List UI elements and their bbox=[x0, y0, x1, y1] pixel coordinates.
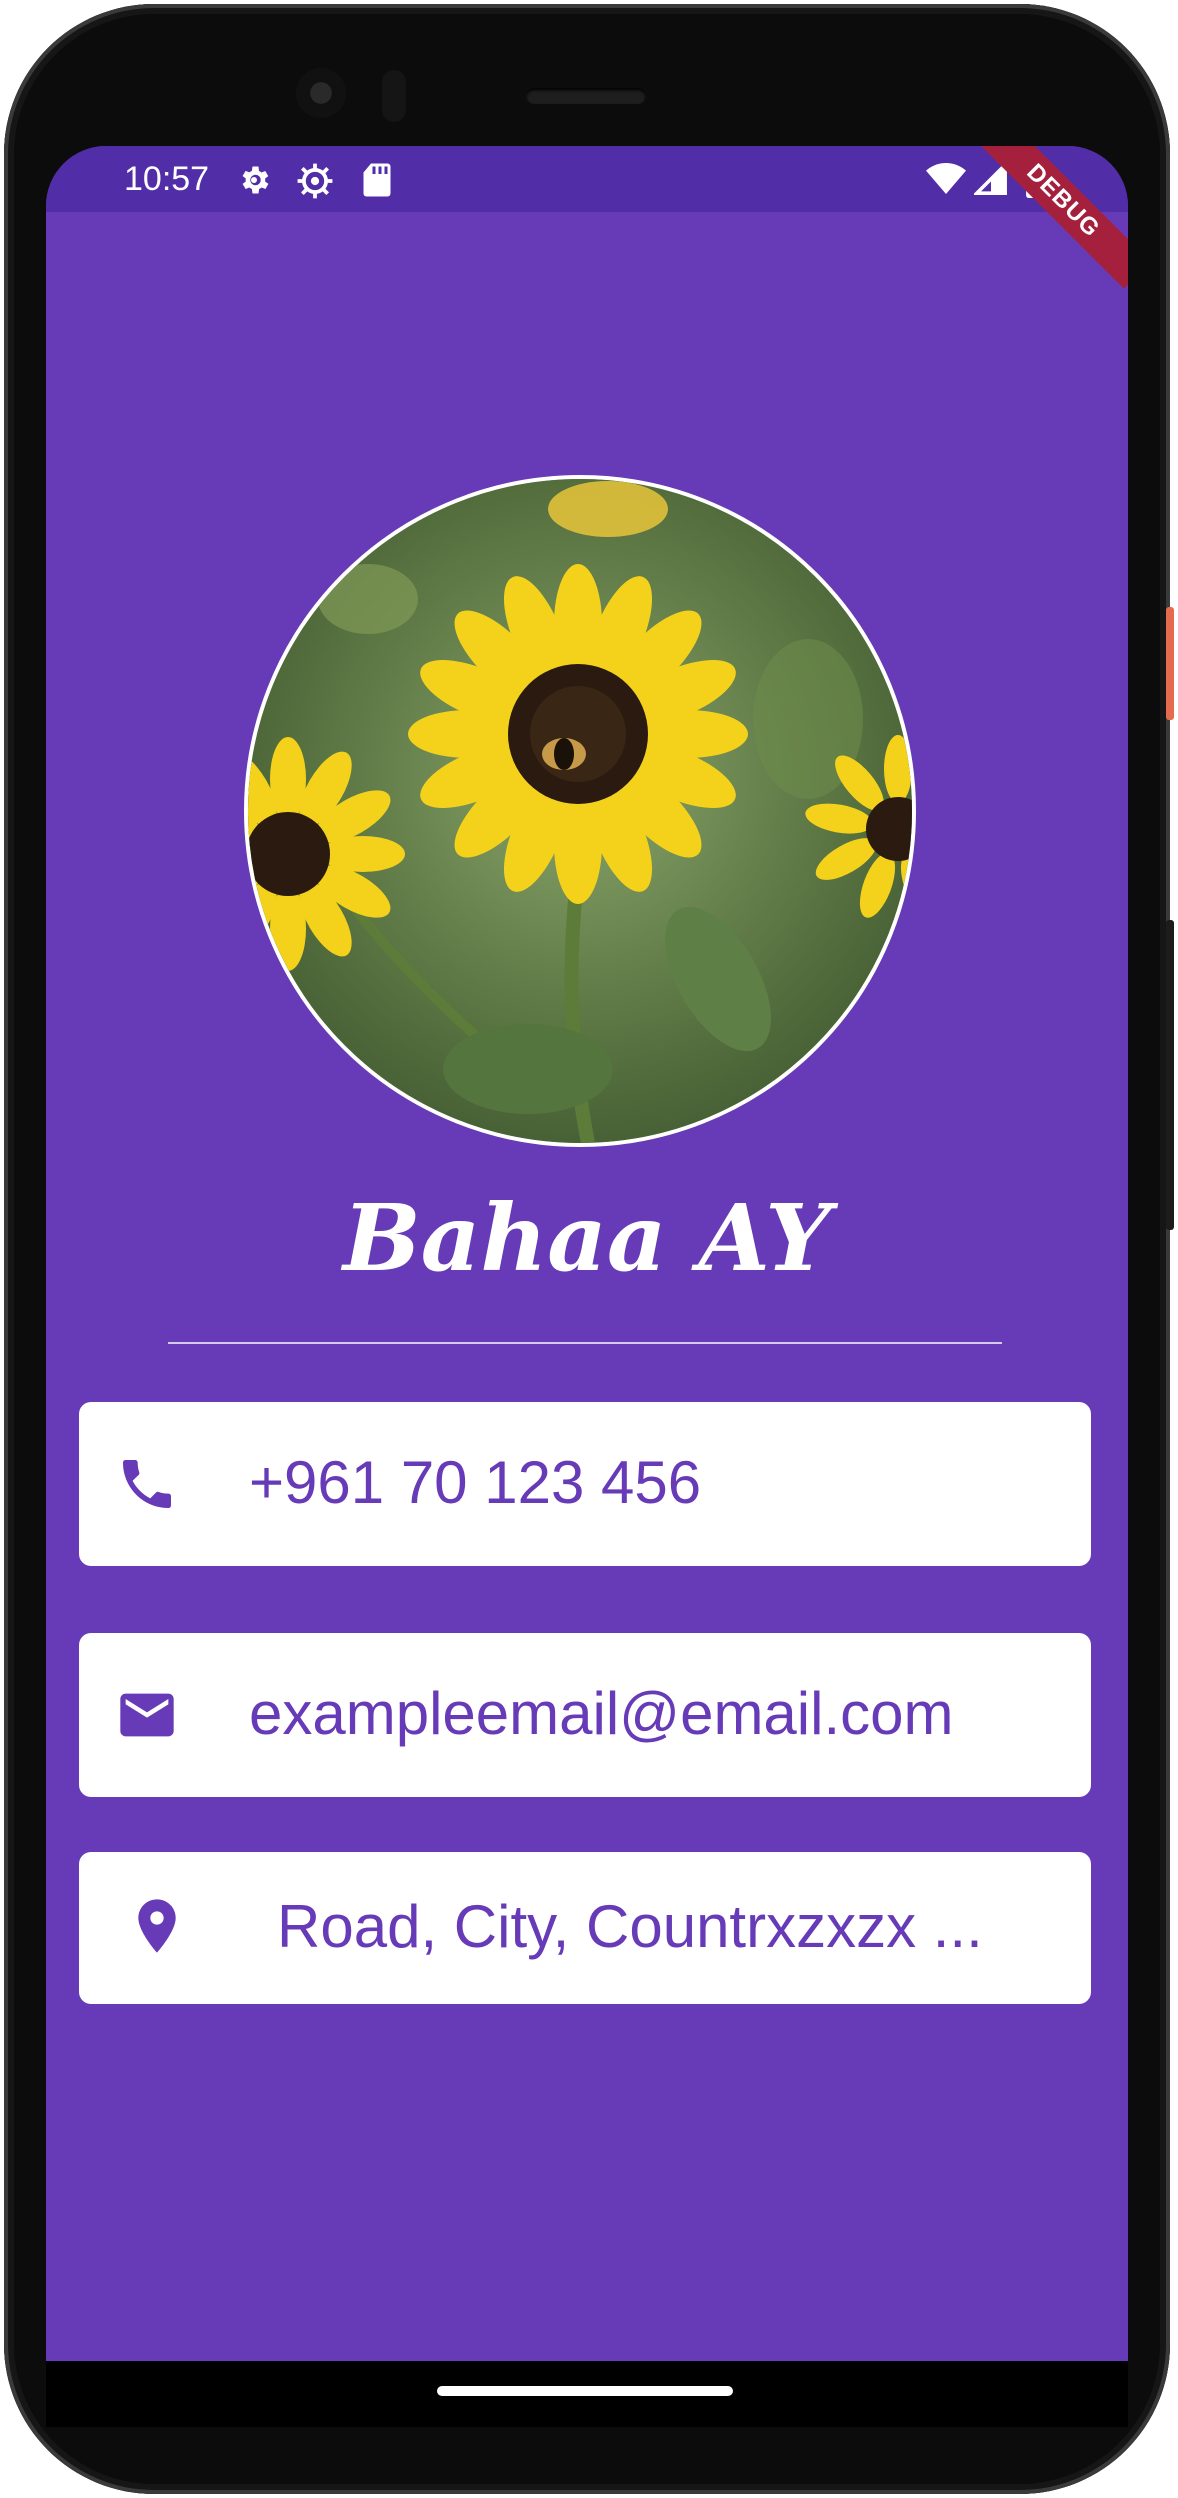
volume-buttons bbox=[1166, 920, 1174, 1230]
app-screen: 10:57 DEBUG Bahaa AY +961 70 123 456 exa… bbox=[46, 146, 1128, 2361]
earpiece-speaker bbox=[526, 88, 646, 104]
status-time: 10:57 bbox=[124, 160, 210, 198]
profile-name: Bahaa AY bbox=[343, 1184, 831, 1292]
front-camera-icon bbox=[296, 68, 346, 118]
status-bar: 10:57 bbox=[46, 146, 1128, 212]
email-address: exampleemail@email.com bbox=[249, 1680, 954, 1747]
phone-icon bbox=[115, 1452, 179, 1521]
mail-icon bbox=[115, 1683, 179, 1752]
proximity-sensor-icon bbox=[382, 70, 406, 122]
sunflower-photo bbox=[248, 479, 912, 1143]
avatar bbox=[244, 475, 916, 1147]
phone-card[interactable]: +961 70 123 456 bbox=[79, 1402, 1091, 1566]
home-gesture-handle[interactable] bbox=[437, 2386, 733, 2396]
phone-number: +961 70 123 456 bbox=[249, 1449, 702, 1516]
divider bbox=[168, 1342, 1002, 1344]
power-button bbox=[1166, 607, 1174, 720]
location-pin-icon bbox=[125, 1894, 189, 1963]
email-card[interactable]: exampleemail@email.com bbox=[79, 1633, 1091, 1797]
sd-card-icon bbox=[362, 162, 392, 203]
address-card[interactable]: Road, City, Countrxzxzx ... bbox=[79, 1852, 1091, 2004]
settings-gear-icon bbox=[236, 162, 272, 203]
settings-gear-alt-icon bbox=[296, 162, 334, 205]
wifi-icon bbox=[926, 162, 966, 201]
address: Road, City, Countrxzxzx ... bbox=[277, 1893, 983, 1960]
